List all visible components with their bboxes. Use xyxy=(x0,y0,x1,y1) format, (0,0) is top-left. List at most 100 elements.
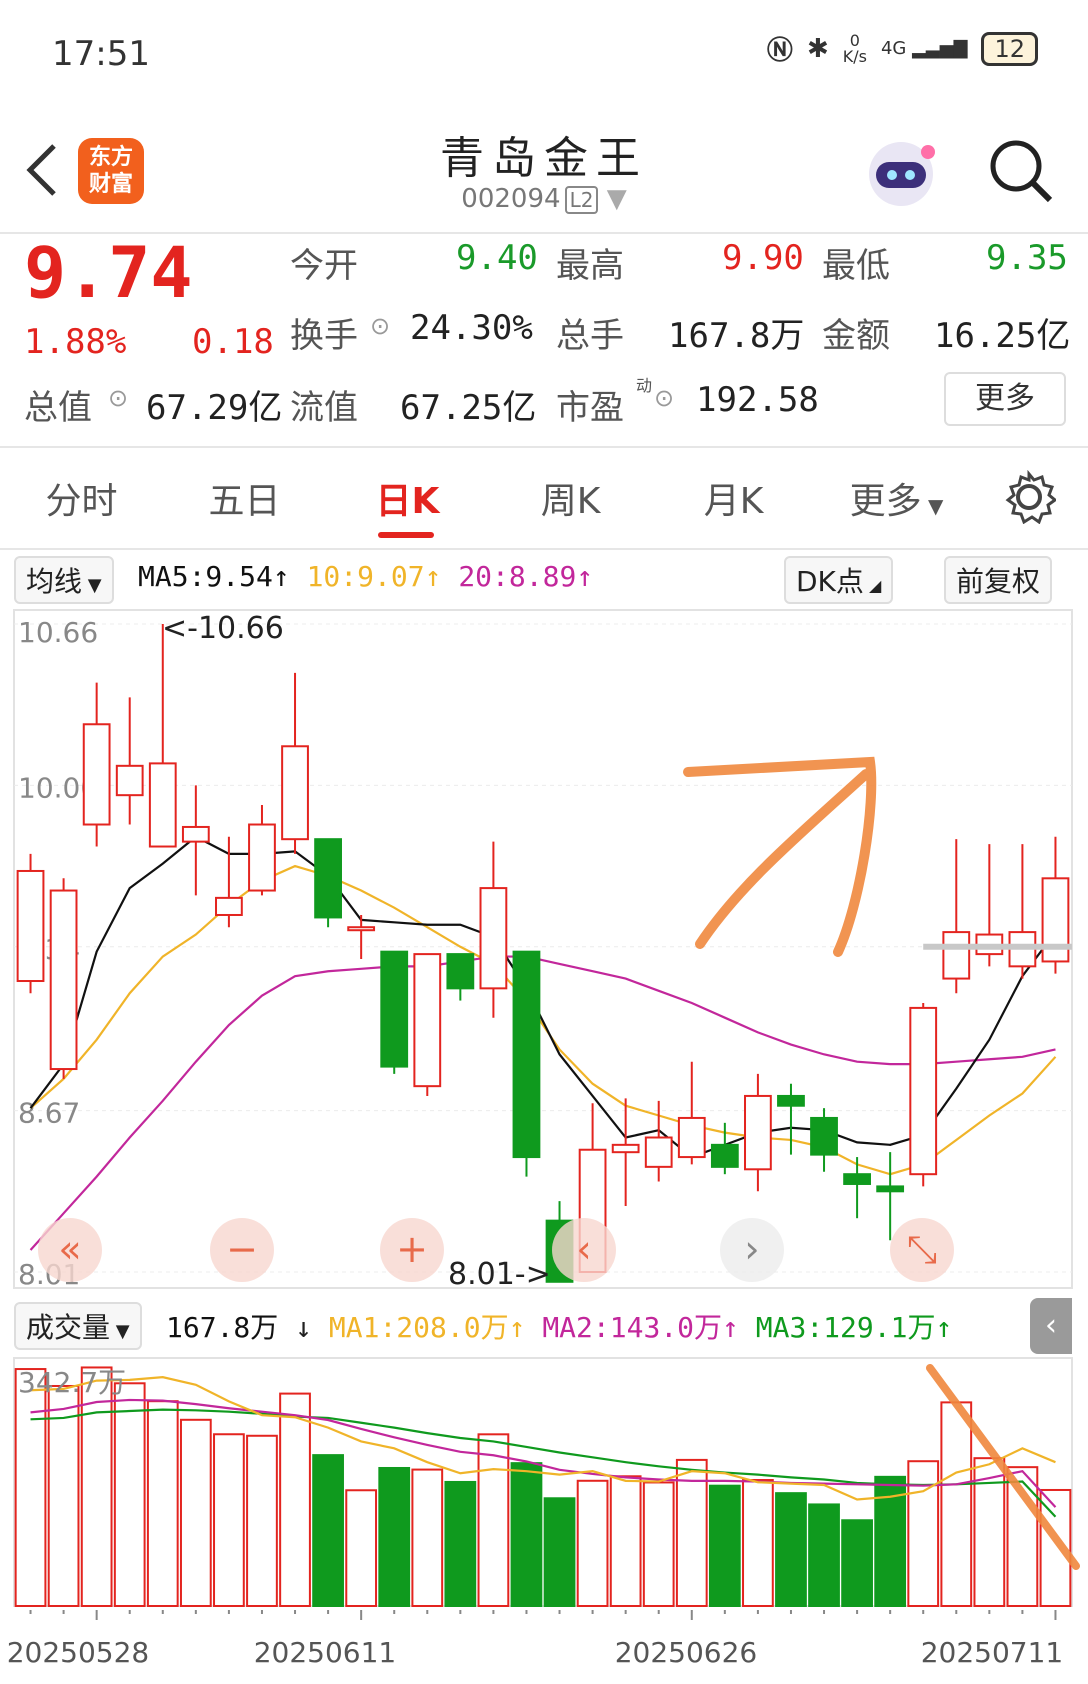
bluetooth-icon: ✱ xyxy=(806,33,829,64)
float-label: 流值 xyxy=(290,388,358,428)
prev-icon[interactable]: ‹ xyxy=(552,1218,616,1282)
amount-label: 金额 xyxy=(822,316,890,356)
more-quote-button[interactable]: 更多 xyxy=(944,372,1066,426)
signal-icon: 4G ▂▃▅▇ xyxy=(880,38,968,59)
prev-icon-glyph: ‹ xyxy=(576,1227,591,1271)
candle xyxy=(281,672,309,854)
dk-point-button[interactable]: DK点 ◢ xyxy=(784,556,894,604)
expand-icon[interactable]: ⤡ xyxy=(890,1218,954,1282)
y-tick-label: 8.67 xyxy=(18,1097,80,1130)
candle-body xyxy=(82,723,111,826)
candle-body xyxy=(115,764,144,797)
pe-dynamic-mark: 动 xyxy=(636,376,653,395)
tab-month-k[interactable]: 月K xyxy=(652,472,815,524)
candle-body xyxy=(644,1136,673,1168)
candle-body xyxy=(413,953,442,1088)
ma-select[interactable]: 均线 ▼ xyxy=(14,556,114,604)
low-label: 最低 xyxy=(822,246,890,286)
candle-body xyxy=(512,950,541,1159)
robot-avatar-icon[interactable] xyxy=(862,132,940,210)
candle xyxy=(810,1108,838,1172)
volume-label: 总手 xyxy=(556,316,624,356)
candle-body xyxy=(611,1143,640,1154)
volume-bar xyxy=(543,1497,576,1607)
status-icons: Ⓝ ✱ 0 K/s 4G ▂▃▅▇ 12 xyxy=(767,30,1038,67)
candle xyxy=(512,950,541,1177)
candle-body xyxy=(148,762,177,848)
caret-down-icon: ▼ xyxy=(82,575,102,596)
open-value: 9.40 xyxy=(456,238,538,278)
stock-code: 002094 xyxy=(461,184,561,214)
candle-body xyxy=(181,825,210,843)
pe-label: 市盈 xyxy=(556,388,624,428)
adjust-button[interactable]: 前复权 xyxy=(944,556,1053,604)
info-icon[interactable]: ⊙ xyxy=(370,312,390,340)
ma20-legend: 20:8.89 xyxy=(458,560,577,593)
candle xyxy=(413,953,442,1096)
tab-week-k[interactable]: 周K xyxy=(489,472,652,524)
candle xyxy=(446,953,475,1001)
candle-body xyxy=(16,869,45,983)
volume-bar xyxy=(907,1460,940,1607)
tab-more[interactable]: 更多 ▼ xyxy=(815,472,978,524)
high-value: 9.90 xyxy=(722,238,804,278)
candle-body xyxy=(446,953,475,990)
float-value: 67.25亿 xyxy=(400,388,537,428)
volume-bar xyxy=(444,1480,477,1607)
collapse-icon[interactable]: ‹ xyxy=(1030,1298,1072,1354)
volume-bar xyxy=(213,1433,245,1607)
volume-bar xyxy=(477,1433,510,1607)
candle xyxy=(777,1083,805,1155)
candle xyxy=(148,624,177,848)
vol-ma2-legend: MA2:143.0万 xyxy=(542,1311,723,1344)
volume-bar xyxy=(411,1468,444,1607)
volume-bar xyxy=(246,1434,278,1608)
tab-five-day[interactable]: 五日 xyxy=(163,472,326,524)
candle-body xyxy=(909,1006,938,1176)
volume-bar xyxy=(609,1475,642,1608)
candle xyxy=(942,839,971,994)
candle xyxy=(479,841,508,1018)
candle xyxy=(49,878,78,1079)
zoom-out-icon[interactable]: − xyxy=(210,1218,274,1282)
kline-chart[interactable]: 10.6610.009.348.678.01<-10.668.01->« − + ‹ ›… xyxy=(0,604,1088,1294)
volume-bar xyxy=(940,1401,973,1608)
ma-select-label: 均线 xyxy=(26,565,83,598)
rewind-icon[interactable]: « xyxy=(38,1218,102,1282)
candle-body xyxy=(843,1173,871,1185)
volume-bar xyxy=(775,1492,807,1607)
candle-body xyxy=(314,838,342,919)
vol-ma3-legend: MA3:129.1万 xyxy=(755,1311,936,1344)
candle xyxy=(248,804,276,896)
network-speed-unit: K/s xyxy=(842,46,867,66)
zoom-in-icon-glyph: + xyxy=(396,1227,428,1271)
pe-value: 192.58 xyxy=(696,380,819,420)
volume-current: 167.8万 xyxy=(166,1311,279,1344)
turnover-label: 换手 xyxy=(290,316,358,356)
candle-body xyxy=(876,1185,905,1193)
expand-icon-glyph: ⤡ xyxy=(907,1227,937,1271)
volume-legend: 167.8万 ↓ MA1:208.0万↑ MA2:143.0万↑ MA3:129… xyxy=(166,1311,953,1344)
volume-bar xyxy=(312,1454,344,1608)
volume-select[interactable]: 成交量 ▼ xyxy=(14,1302,142,1350)
candle-body xyxy=(49,889,78,1071)
candle xyxy=(181,785,210,896)
x-tick-label: 20250626 xyxy=(615,1636,758,1669)
info-icon[interactable]: ⊙ xyxy=(108,384,128,412)
candle-body xyxy=(744,1094,772,1171)
zoom-in-icon[interactable]: + xyxy=(380,1218,444,1282)
tab-more-label: 更多 xyxy=(849,481,922,522)
tab-day-k[interactable]: 日K xyxy=(326,472,489,524)
search-icon[interactable] xyxy=(986,136,1056,206)
annotation-arrow xyxy=(683,756,877,957)
battery-level: 12 xyxy=(994,34,1025,63)
candle xyxy=(1041,836,1070,974)
tab-minute[interactable]: 分时 xyxy=(0,472,163,524)
candle-body xyxy=(281,745,309,841)
gear-icon[interactable] xyxy=(1002,470,1056,524)
info-icon[interactable]: ⊙ xyxy=(654,384,674,412)
candle-body xyxy=(347,926,376,932)
next-icon[interactable]: › xyxy=(720,1218,784,1282)
active-tab-indicator xyxy=(378,532,434,538)
corner-arrow-icon: ◢ xyxy=(863,576,882,595)
